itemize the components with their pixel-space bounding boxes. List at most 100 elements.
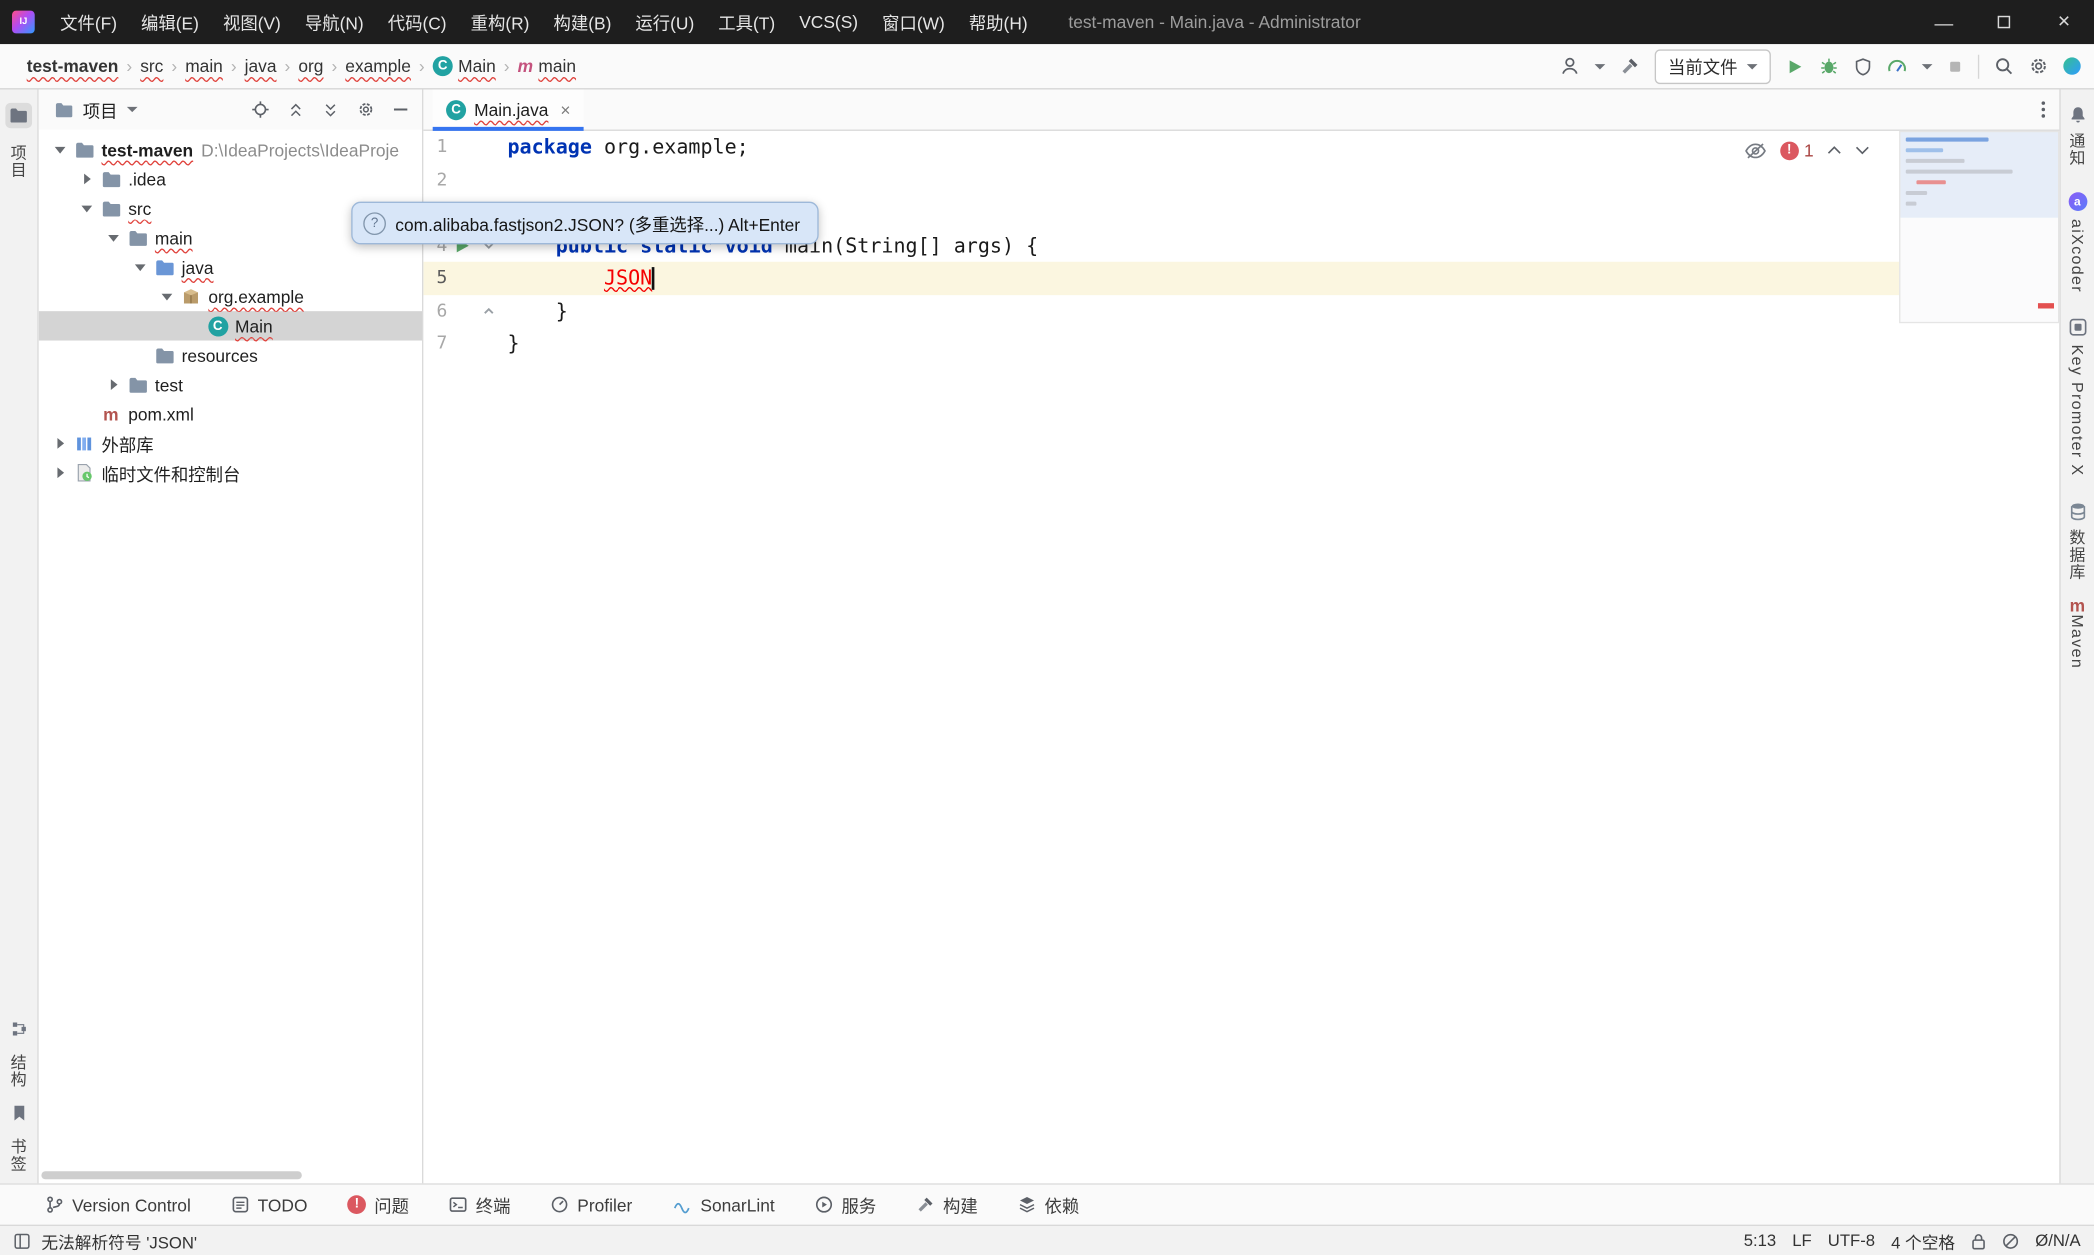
collapse-all-icon[interactable] bbox=[322, 101, 339, 118]
menu-item[interactable]: 运行(U) bbox=[623, 0, 706, 44]
breadcrumb-item-main[interactable]: main bbox=[183, 56, 226, 76]
layout-icon[interactable] bbox=[13, 1232, 30, 1249]
chevron-down-icon[interactable] bbox=[156, 293, 177, 300]
expand-all-icon[interactable] bbox=[287, 101, 304, 118]
plugin-status-icon[interactable] bbox=[2063, 57, 2080, 74]
tool-window-button-终端[interactable]: 终端 bbox=[449, 1192, 510, 1217]
chevron-right-icon[interactable] bbox=[49, 438, 70, 449]
next-error-icon[interactable] bbox=[1855, 146, 1870, 155]
line-separator[interactable]: LF bbox=[1792, 1231, 1811, 1250]
coverage-button[interactable] bbox=[1854, 57, 1873, 76]
user-dropdown-icon[interactable] bbox=[1595, 63, 1606, 68]
tool-stripe-通知[interactable]: 通知 bbox=[2066, 106, 2089, 167]
structure-tool-window-button[interactable]: 结构 bbox=[7, 1054, 30, 1089]
breadcrumb-item-Main[interactable]: CMain bbox=[430, 56, 498, 76]
menu-item[interactable]: 帮助(H) bbox=[957, 0, 1040, 44]
chevron-down-icon[interactable] bbox=[130, 264, 151, 271]
menu-item[interactable]: 文件(F) bbox=[48, 0, 129, 44]
profiler-button[interactable] bbox=[1887, 56, 1907, 76]
tree-item-.idea[interactable]: .idea bbox=[39, 164, 422, 193]
menu-item[interactable]: 工具(T) bbox=[706, 0, 787, 44]
file-encoding[interactable]: UTF-8 bbox=[1828, 1231, 1875, 1250]
code-line-2[interactable]: 2 bbox=[423, 164, 2059, 197]
project-panel-title[interactable]: 项目 bbox=[83, 97, 118, 122]
run-config-select[interactable]: 当前文件 bbox=[1655, 49, 1771, 84]
circle-slash-icon[interactable] bbox=[2002, 1232, 2019, 1249]
tool-window-button-Version Control[interactable]: Version Control bbox=[45, 1195, 190, 1215]
code-line-7[interactable]: 7} bbox=[423, 327, 2059, 360]
horizontal-scrollbar[interactable] bbox=[41, 1171, 301, 1179]
breadcrumb-item-test-maven[interactable]: test-maven bbox=[24, 56, 121, 76]
tool-stripe-Maven[interactable]: mMaven bbox=[2068, 606, 2087, 669]
tree-item-resources[interactable]: resources bbox=[39, 341, 422, 370]
tool-window-button-Profiler[interactable]: Profiler bbox=[551, 1195, 633, 1215]
menu-item[interactable]: 重构(R) bbox=[459, 0, 542, 44]
indent-setting[interactable]: 4 个空格 bbox=[1891, 1228, 1955, 1253]
menu-item[interactable]: 视图(V) bbox=[211, 0, 293, 44]
tree-item-test-maven[interactable]: test-mavenD:\IdeaProjects\IdeaProje bbox=[39, 135, 422, 164]
build-hammer-icon[interactable] bbox=[1620, 56, 1640, 76]
code-editor[interactable]: 1package org.example;23public class Main… bbox=[423, 131, 2059, 1183]
breadcrumb-item-org[interactable]: org bbox=[296, 56, 326, 76]
ai-status[interactable]: Ø/N/A bbox=[2035, 1231, 2080, 1250]
tree-item-java[interactable]: java bbox=[39, 252, 422, 281]
breadcrumb-item-java[interactable]: java bbox=[242, 56, 279, 76]
tool-stripe-aiXcoder[interactable]: aaiXcoder bbox=[2068, 192, 2087, 293]
code-line-6[interactable]: 6 } bbox=[423, 294, 2059, 327]
tree-item-Main[interactable]: CMain bbox=[39, 311, 422, 340]
caret-position[interactable]: 5:13 bbox=[1744, 1231, 1777, 1250]
close-button[interactable]: × bbox=[2034, 0, 2094, 44]
menu-item[interactable]: 窗口(W) bbox=[870, 0, 957, 44]
tool-window-button-SonarLint[interactable]: SonarLint bbox=[672, 1195, 774, 1215]
panel-settings-icon[interactable] bbox=[357, 100, 376, 119]
menu-item[interactable]: 代码(C) bbox=[376, 0, 459, 44]
chevron-right-icon[interactable] bbox=[76, 174, 97, 185]
bookmark-icon[interactable] bbox=[11, 1104, 26, 1121]
more-options-icon[interactable] bbox=[2041, 100, 2046, 119]
run-button[interactable] bbox=[1786, 57, 1805, 76]
fold-up-icon[interactable] bbox=[482, 304, 495, 317]
tree-item-pom.xml[interactable]: mpom.xml bbox=[39, 399, 422, 428]
error-stripe-mark[interactable] bbox=[2038, 303, 2054, 308]
chevron-right-icon[interactable] bbox=[103, 379, 124, 390]
tool-window-button-依赖[interactable]: 依赖 bbox=[1018, 1192, 1079, 1217]
project-view-dropdown-icon[interactable] bbox=[127, 107, 138, 112]
maximize-button[interactable] bbox=[1974, 0, 2034, 44]
minimize-button[interactable]: — bbox=[1914, 0, 1974, 44]
chevron-down-icon[interactable] bbox=[76, 205, 97, 212]
tree-item-外部库[interactable]: 外部库 bbox=[39, 429, 422, 458]
previous-error-icon[interactable] bbox=[1827, 146, 1842, 155]
tool-window-button-构建[interactable]: 构建 bbox=[916, 1192, 977, 1217]
hide-panel-icon[interactable] bbox=[393, 101, 409, 117]
locate-file-icon[interactable] bbox=[251, 100, 270, 119]
minimap[interactable] bbox=[1899, 131, 2059, 323]
menu-item[interactable]: 构建(B) bbox=[541, 0, 623, 44]
chevron-down-icon[interactable] bbox=[49, 146, 70, 153]
menu-item[interactable]: 编辑(E) bbox=[129, 0, 211, 44]
tab-close-icon[interactable]: × bbox=[560, 99, 570, 119]
tab-main-java[interactable]: C Main.java × bbox=[433, 89, 584, 129]
tool-window-button-服务[interactable]: 服务 bbox=[815, 1192, 876, 1217]
tree-item-test[interactable]: test bbox=[39, 370, 422, 399]
breadcrumb-item-example[interactable]: example bbox=[343, 56, 414, 76]
menu-item[interactable]: 导航(N) bbox=[293, 0, 376, 44]
import-suggestion-tooltip[interactable]: ? com.alibaba.fastjson2.JSON? (多重选择...) … bbox=[351, 202, 819, 245]
bookmarks-tool-window-button[interactable]: 书签 bbox=[7, 1138, 30, 1173]
profiler-dropdown-icon[interactable] bbox=[1922, 63, 1933, 68]
user-icon[interactable] bbox=[1560, 56, 1580, 76]
chevron-right-icon[interactable] bbox=[49, 467, 70, 478]
menu-item[interactable]: VCS(S) bbox=[787, 0, 870, 44]
settings-gear-icon[interactable] bbox=[2029, 56, 2049, 76]
highlighting-off-icon[interactable] bbox=[1744, 141, 1767, 160]
tool-window-button-问题[interactable]: !问题 bbox=[348, 1192, 409, 1217]
debug-button[interactable] bbox=[1819, 56, 1839, 76]
tree-item-org.example[interactable]: org.example bbox=[39, 282, 422, 311]
search-everywhere-icon[interactable] bbox=[1994, 56, 2014, 76]
tool-window-button-TODO[interactable]: TODO bbox=[231, 1195, 308, 1215]
lock-icon[interactable] bbox=[1971, 1232, 1986, 1249]
tool-stripe-数据库[interactable]: 数据库 bbox=[2066, 502, 2089, 581]
error-count[interactable]: 1 bbox=[1804, 140, 1814, 160]
code-line-5[interactable]: 5 JSON bbox=[423, 262, 2059, 295]
left-stripe-project-label[interactable]: 项目 bbox=[7, 144, 30, 179]
breadcrumb-item-src[interactable]: src bbox=[138, 56, 167, 76]
